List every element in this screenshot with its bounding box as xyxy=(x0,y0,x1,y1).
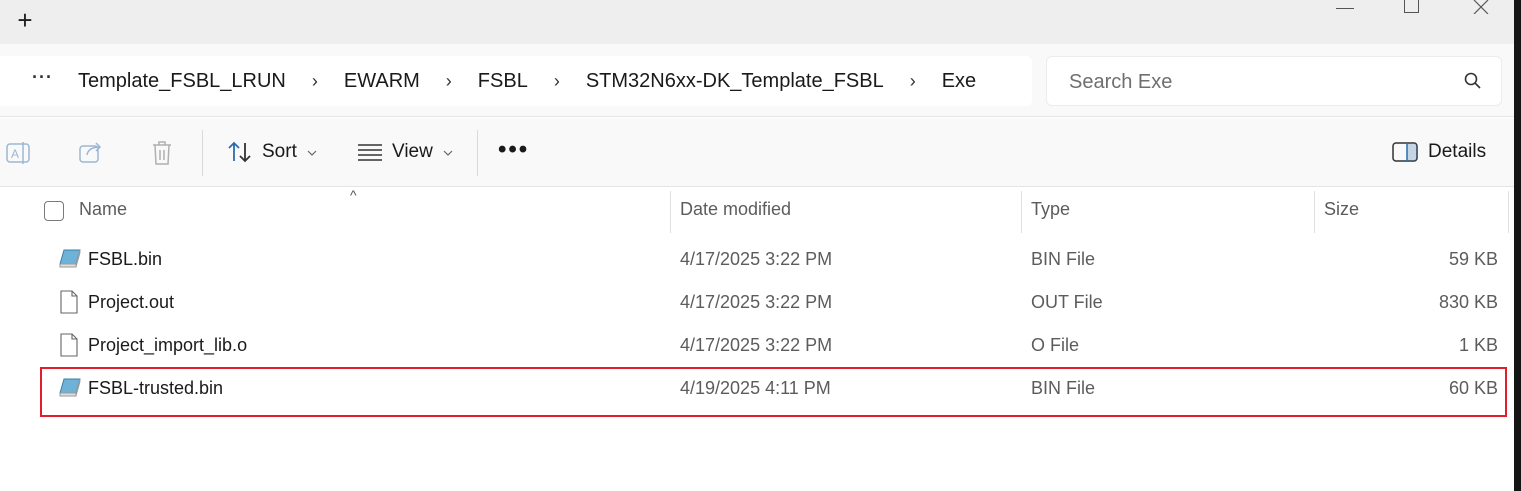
breadcrumb-item[interactable]: STM32N6xx-DK_Template_FSBL xyxy=(586,70,884,93)
view-list-icon xyxy=(358,144,382,161)
minimize-button[interactable] xyxy=(1330,0,1366,20)
file-name[interactable]: FSBL.bin xyxy=(88,249,162,270)
file-date-modified: 4/17/2025 3:22 PM xyxy=(680,335,833,355)
column-resize-handle[interactable] xyxy=(1021,191,1022,233)
column-header-date[interactable]: Date modified xyxy=(680,199,791,220)
chevron-down-icon xyxy=(443,150,453,156)
details-pane-icon xyxy=(1392,142,1418,162)
column-resize-handle[interactable] xyxy=(670,191,671,233)
file-row[interactable]: FSBL.bin 4/17/2025 3:22 PM BIN File 59 K… xyxy=(0,237,1514,280)
chevron-right-icon[interactable]: › xyxy=(554,71,560,92)
chevron-right-icon[interactable]: › xyxy=(910,71,916,92)
file-row[interactable]: Project_import_lib.o 4/17/2025 3:22 PM O… xyxy=(0,323,1514,366)
window-edge xyxy=(1514,0,1521,491)
column-resize-handle[interactable] xyxy=(1508,191,1509,233)
breadcrumb-overflow-button[interactable]: ··· xyxy=(32,68,54,86)
address-bar: ··· Template_FSBL_LRUN › EWARM › FSBL › … xyxy=(0,44,1514,116)
maximize-button[interactable] xyxy=(1396,0,1432,20)
search-box[interactable] xyxy=(1046,56,1502,106)
breadcrumb-item[interactable]: Template_FSBL_LRUN xyxy=(78,70,286,93)
sort-button[interactable]: Sort xyxy=(228,132,317,172)
document-file-icon xyxy=(60,290,78,314)
svg-text:A: A xyxy=(11,147,19,161)
toolbar-divider xyxy=(477,130,478,176)
chevron-right-icon[interactable]: › xyxy=(446,71,452,92)
chevron-down-icon xyxy=(307,150,317,156)
breadcrumb-item[interactable]: FSBL xyxy=(478,70,528,93)
toolbar-divider xyxy=(202,130,203,176)
file-name[interactable]: Project_import_lib.o xyxy=(88,335,247,356)
chevron-right-icon[interactable]: › xyxy=(312,71,318,92)
rename-icon[interactable]: A xyxy=(6,140,32,166)
sort-icon xyxy=(228,141,251,163)
command-bar: A Sort View ••• Details xyxy=(0,118,1514,186)
file-size: 830 KB xyxy=(1438,292,1498,312)
file-size: 59 KB xyxy=(1448,249,1498,269)
close-window-button[interactable] xyxy=(1462,0,1498,20)
file-list: ^ Name Date modified Type Size FSBL.bin … xyxy=(0,187,1514,491)
column-header-type[interactable]: Type xyxy=(1031,199,1070,220)
more-options-button[interactable]: ••• xyxy=(498,138,529,162)
divider xyxy=(0,116,1514,117)
breadcrumb-item-current[interactable]: Exe xyxy=(942,70,976,93)
file-type: OUT File xyxy=(1031,292,1103,312)
delete-icon[interactable] xyxy=(150,140,174,166)
view-button[interactable]: View xyxy=(358,132,453,172)
breadcrumb-item[interactable]: EWARM xyxy=(344,70,420,93)
file-date-modified: 4/17/2025 3:22 PM xyxy=(680,292,833,312)
share-icon[interactable] xyxy=(78,140,104,166)
search-input[interactable] xyxy=(1067,67,1451,97)
file-type: BIN File xyxy=(1031,249,1096,269)
view-label: View xyxy=(392,141,433,162)
highlight-annotation-box xyxy=(40,367,1507,417)
file-type: O File xyxy=(1031,335,1080,355)
column-header-size[interactable]: Size xyxy=(1324,199,1359,220)
file-name[interactable]: Project.out xyxy=(88,292,174,313)
file-date-modified: 4/17/2025 3:22 PM xyxy=(680,249,833,269)
new-tab-button[interactable]: + xyxy=(12,6,38,36)
sort-label: Sort xyxy=(262,141,297,162)
search-icon[interactable] xyxy=(1463,71,1483,91)
details-label: Details xyxy=(1428,141,1487,162)
column-header-row: Name Date modified Type Size xyxy=(0,191,1514,233)
details-pane-button[interactable]: Details xyxy=(1392,132,1486,172)
breadcrumb: ··· Template_FSBL_LRUN › EWARM › FSBL › … xyxy=(0,56,1032,106)
file-row[interactable]: Project.out 4/17/2025 3:22 PM OUT File 8… xyxy=(0,280,1514,323)
bin-file-icon xyxy=(59,249,81,268)
column-header-name[interactable]: Name xyxy=(79,199,127,220)
title-bar: + xyxy=(0,0,1514,44)
close-icon xyxy=(1473,0,1489,14)
select-all-checkbox[interactable] xyxy=(44,201,64,221)
file-size: 1 KB xyxy=(1458,335,1498,355)
document-file-icon xyxy=(60,333,78,357)
column-resize-handle[interactable] xyxy=(1314,191,1315,233)
